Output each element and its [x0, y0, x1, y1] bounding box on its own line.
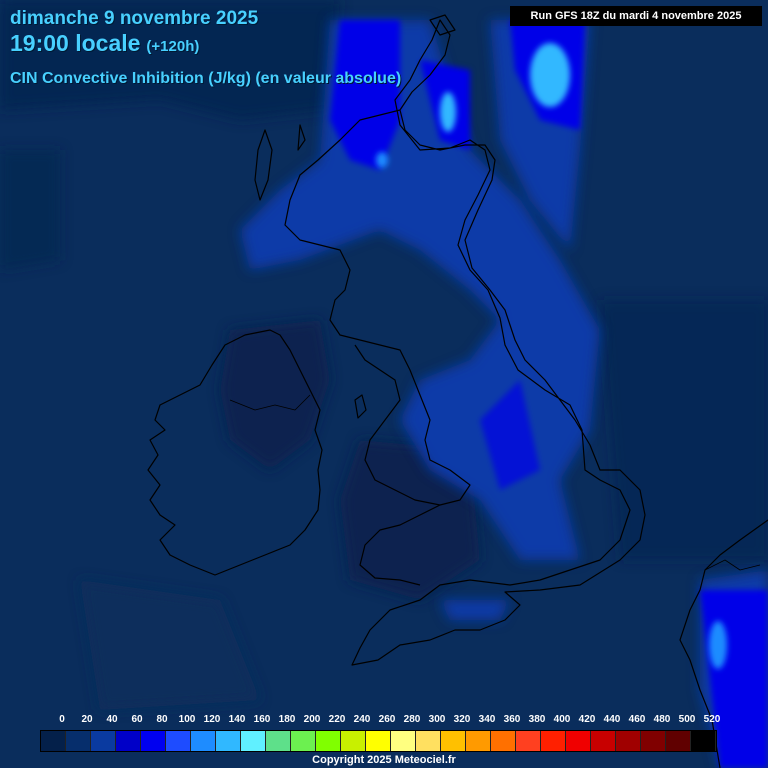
legend-swatch: [341, 731, 366, 751]
legend-swatch: [566, 731, 591, 751]
forecast-time: 19:00 locale: [10, 30, 141, 56]
legend-swatch: [591, 731, 616, 751]
legend-swatch: [666, 731, 691, 751]
legend-swatch: [66, 731, 91, 751]
copyright-text: Copyright 2025 Meteociel.fr: [312, 754, 456, 766]
weather-map: [0, 0, 768, 768]
legend-swatch: [441, 731, 466, 751]
legend-swatch: [491, 731, 516, 751]
legend-label: 520: [703, 714, 721, 725]
run-info-box: Run GFS 18Z du mardi 4 novembre 2025: [510, 6, 762, 26]
map-canvas: [0, 0, 768, 768]
legend-swatch: [516, 731, 541, 751]
legend-swatch: [216, 731, 241, 751]
legend-swatch: [316, 731, 341, 751]
legend-swatch: [191, 731, 216, 751]
legend-swatch: [166, 731, 191, 751]
legend-swatch: [91, 731, 116, 751]
legend-swatch: [241, 731, 266, 751]
legend-swatch: [391, 731, 416, 751]
legend-labels: 0 20 40 60 80 100 120 140 160 180 200 220 240 260 280 3…: [0, 714, 768, 728]
forecast-time-line: 19:00 locale (+120h): [10, 30, 199, 57]
legend-swatch: [41, 731, 66, 751]
parameter-title: CIN Convective Inhibition (J/kg) (en val…: [10, 70, 402, 87]
legend-swatch: [116, 731, 141, 751]
legend-swatch: [466, 731, 491, 751]
legend-swatch: [141, 731, 166, 751]
forecast-date: dimanche 9 novembre 2025: [10, 8, 259, 29]
legend-swatch: [691, 731, 716, 751]
legend-swatch: [266, 731, 291, 751]
legend-swatch: [416, 731, 441, 751]
legend-swatch: [616, 731, 641, 751]
forecast-offset: (+120h): [146, 38, 200, 55]
legend-swatch: [291, 731, 316, 751]
legend-swatch: [641, 731, 666, 751]
legend-swatch: [366, 731, 391, 751]
legend-swatch: [541, 731, 566, 751]
legend-bar: [40, 730, 717, 752]
